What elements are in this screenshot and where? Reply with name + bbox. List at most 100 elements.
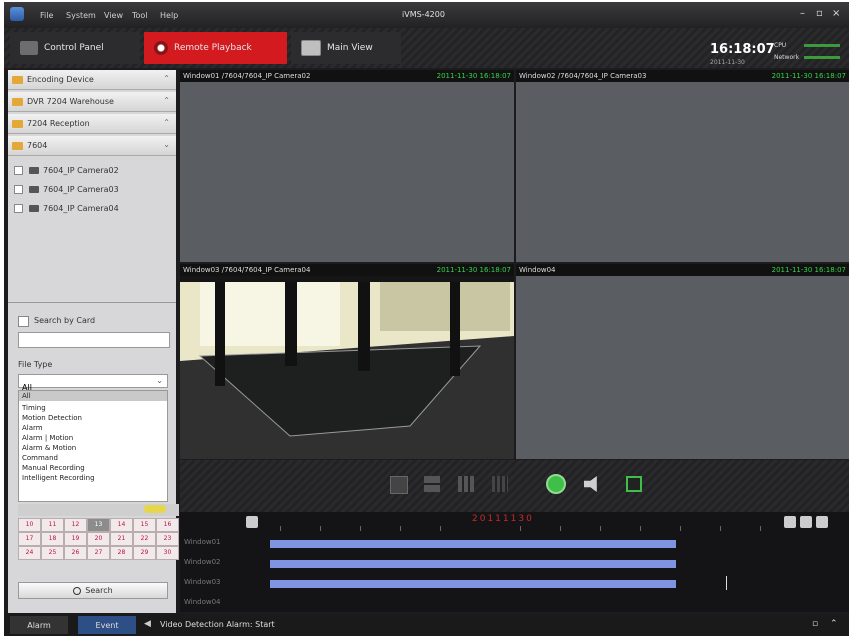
timeline-row-label: Window02: [184, 558, 221, 566]
expand-up-icon[interactable]: ⌃: [830, 619, 838, 629]
camera-checkbox[interactable]: [14, 184, 23, 194]
file-type-option[interactable]: Manual Recording: [22, 463, 85, 473]
timeline-time-label: 20111130: [472, 514, 534, 524]
alarm-button[interactable]: Alarm: [10, 616, 68, 634]
tab-remote-playback[interactable]: Remote Playback: [144, 32, 287, 64]
camera-label: 7604_IP Camera03: [43, 184, 119, 194]
calendar-day[interactable]: 12: [64, 518, 87, 532]
window-header: Window03 /7604/7604_IP Camera04 2011-11-…: [180, 264, 514, 276]
group-label: 7204 Reception: [27, 119, 90, 128]
tree-group-dvr-warehouse[interactable]: DVR 7204 Warehouse ⌃: [8, 92, 176, 112]
file-type-option[interactable]: Alarm & Motion: [22, 443, 76, 453]
maximize-button[interactable]: ▫: [816, 8, 823, 19]
chevron-up-icon: ⌃: [163, 74, 170, 83]
video-window-2[interactable]: Window02 /7604/7604_IP Camera03 2011-11-…: [516, 70, 849, 262]
recording-bar[interactable]: [270, 580, 676, 588]
camera-icon: [29, 185, 39, 193]
video-window-3[interactable]: Window03 /7604/7604_IP Camera04 2011-11-…: [180, 264, 514, 459]
timeline-prev-icon[interactable]: [246, 516, 258, 528]
calendar-day[interactable]: 27: [87, 546, 110, 560]
calendar-day[interactable]: 23: [156, 532, 179, 546]
file-type-option[interactable]: Timing: [22, 403, 46, 413]
menu-help[interactable]: Help: [160, 11, 178, 20]
calendar-day[interactable]: 30: [156, 546, 179, 560]
window-header: Window01 /7604/7604_IP Camera02 2011-11-…: [180, 70, 514, 82]
camera-item[interactable]: 7604_IP Camera03: [14, 181, 119, 197]
network-meter: [804, 56, 840, 59]
calendar-day[interactable]: 26: [64, 546, 87, 560]
main-tab-bar: Control Panel Remote Playback Main View …: [4, 28, 849, 68]
calendar-day[interactable]: 19: [64, 532, 87, 546]
calendar-day[interactable]: 25: [41, 546, 64, 560]
file-type-option[interactable]: Intelligent Recording: [22, 473, 95, 483]
cpu-indicator: CPU: [774, 42, 787, 49]
control-panel-icon: [20, 41, 38, 55]
recording-bar[interactable]: [270, 540, 676, 548]
fullscreen-icon[interactable]: [626, 476, 642, 492]
calendar-day[interactable]: 24: [18, 546, 41, 560]
monitor-icon: [301, 40, 321, 56]
minimize-button[interactable]: –: [800, 8, 805, 19]
calendar-day[interactable]: 14: [110, 518, 133, 532]
calendar-day-selected[interactable]: 13: [87, 518, 110, 532]
multi-layout-icon[interactable]: [492, 476, 508, 492]
window-timestamp: 2011-11-30 16:18:07: [436, 72, 511, 80]
group-label: 7604: [27, 141, 48, 150]
camera-item[interactable]: 7604_IP Camera02: [14, 162, 119, 178]
file-type-option[interactable]: Motion Detection: [22, 413, 82, 423]
file-type-option[interactable]: All: [22, 391, 31, 401]
zoom-out-icon[interactable]: [816, 516, 828, 528]
menu-tool[interactable]: Tool: [132, 11, 148, 20]
calendar-day[interactable]: 28: [110, 546, 133, 560]
video-window-4[interactable]: Window04 2011-11-30 16:18:07: [516, 264, 849, 459]
calendar-day[interactable]: 15: [133, 518, 156, 532]
tree-group-7604[interactable]: 7604 ⌄: [8, 136, 176, 156]
menu-file[interactable]: File: [40, 11, 53, 20]
search-by-card-label: Search by Card: [34, 316, 96, 325]
card-number-input[interactable]: [18, 332, 170, 348]
menu-system[interactable]: System: [66, 11, 96, 20]
video-window-1[interactable]: Window01 /7604/7604_IP Camera02 2011-11-…: [180, 70, 514, 262]
search-by-card-checkbox[interactable]: [18, 316, 29, 327]
volume-icon[interactable]: [584, 476, 597, 492]
file-type-label: File Type: [18, 360, 53, 369]
calendar-day[interactable]: 22: [133, 532, 156, 546]
calendar-day[interactable]: 18: [41, 532, 64, 546]
calendar-day[interactable]: 17: [18, 532, 41, 546]
calendar-day[interactable]: 21: [110, 532, 133, 546]
single-screen-layout-icon[interactable]: [390, 476, 408, 494]
zoom-in-icon[interactable]: [800, 516, 812, 528]
app-logo-icon: [10, 7, 24, 21]
file-type-select[interactable]: All ⌄: [18, 374, 168, 392]
grid-layout-icon[interactable]: [458, 476, 474, 492]
camera-checkbox[interactable]: [14, 203, 23, 213]
menu-view[interactable]: View: [104, 11, 123, 20]
tree-group-encoding-device[interactable]: Encoding Device ⌃: [8, 70, 176, 90]
file-type-option[interactable]: Command: [22, 453, 58, 463]
tab-main-view[interactable]: Main View: [291, 32, 401, 64]
search-button[interactable]: Search: [18, 582, 168, 599]
timeline-next-icon[interactable]: [784, 516, 796, 528]
file-type-option[interactable]: Alarm | Motion: [22, 433, 73, 443]
calendar-day[interactable]: 29: [133, 546, 156, 560]
playhead-marker[interactable]: [726, 576, 727, 590]
stop-all-icon[interactable]: [546, 474, 566, 494]
split-layout-icon[interactable]: [424, 476, 440, 492]
calendar-day[interactable]: 11: [41, 518, 64, 532]
calendar-header-row: [18, 504, 179, 516]
tab-control-panel[interactable]: Control Panel: [10, 32, 140, 64]
calendar-day[interactable]: 10: [18, 518, 41, 532]
calendar-day[interactable]: 20: [87, 532, 110, 546]
timeline-panel[interactable]: 20111130 Window01 Window02 Window03 Wind…: [180, 512, 849, 612]
recording-bar[interactable]: [270, 560, 676, 568]
camera-item[interactable]: 7604_IP Camera04: [14, 200, 119, 216]
pin-icon[interactable]: ▫: [812, 619, 818, 629]
camera-checkbox[interactable]: [14, 165, 23, 175]
file-type-option[interactable]: Alarm: [22, 423, 43, 433]
close-button[interactable]: ×: [832, 8, 840, 19]
event-button[interactable]: Event: [78, 616, 136, 634]
calendar-day[interactable]: 16: [156, 518, 179, 532]
tree-group-reception[interactable]: 7204 Reception ⌃: [8, 114, 176, 134]
camera-label: 7604_IP Camera04: [43, 203, 119, 213]
highlight-row: [19, 391, 167, 401]
